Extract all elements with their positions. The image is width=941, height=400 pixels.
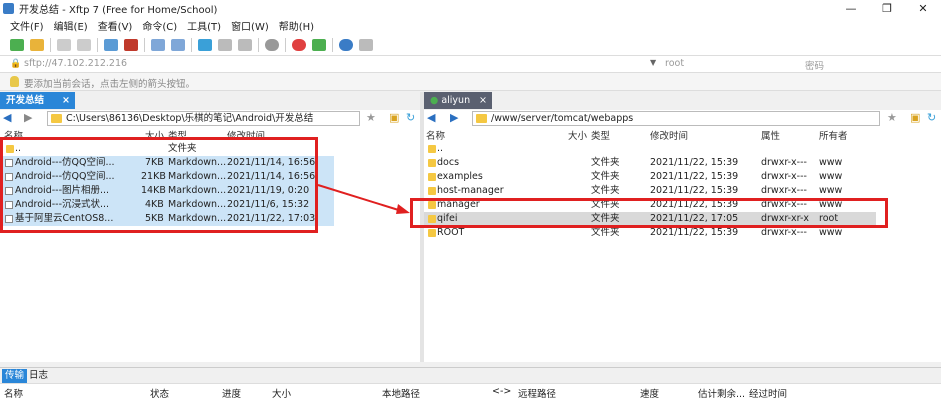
col-remaining[interactable]: 估计剩余... <box>698 386 745 400</box>
col-direction[interactable]: <-> <box>492 386 511 397</box>
col-size[interactable]: 大小 <box>272 386 291 400</box>
arrow-line <box>317 184 406 213</box>
col-name[interactable]: 名称 <box>4 386 23 400</box>
tab-log[interactable]: 日志 <box>26 369 51 383</box>
bottom-tabs: 传输 日志 <box>0 367 941 383</box>
col-speed[interactable]: 速度 <box>640 386 659 400</box>
transfer-list-header: 名称 状态 进度 大小 本地路径 <-> 远程路径 速度 估计剩余... 经过时… <box>0 383 941 400</box>
col-status[interactable]: 状态 <box>150 386 169 400</box>
tab-transfer[interactable]: 传输 <box>2 369 28 383</box>
arrow-head <box>396 204 410 214</box>
col-local-path[interactable]: 本地路径 <box>382 386 420 400</box>
col-progress[interactable]: 进度 <box>222 386 241 400</box>
col-elapsed[interactable]: 经过时间 <box>749 386 787 400</box>
annotation-arrow <box>317 184 410 214</box>
col-remote-path[interactable]: 远程路径 <box>518 386 556 400</box>
